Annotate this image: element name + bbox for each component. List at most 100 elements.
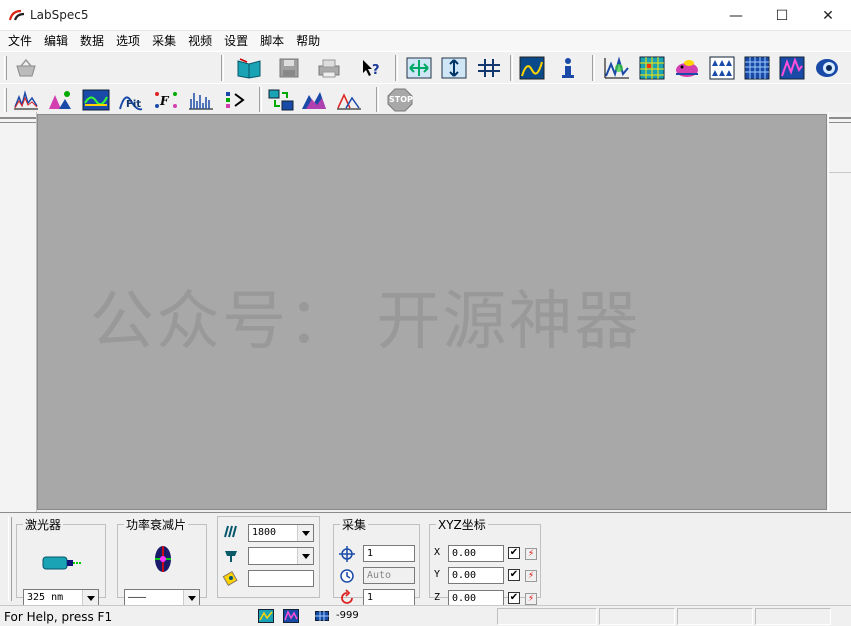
data-transfer-icon bbox=[268, 89, 294, 111]
dock-grip[interactable] bbox=[829, 117, 851, 123]
chevron-down-icon[interactable] bbox=[183, 590, 199, 606]
fit-button[interactable]: Fit bbox=[117, 87, 145, 113]
status-pane bbox=[497, 608, 597, 625]
menu-help[interactable]: 帮助 bbox=[292, 31, 326, 51]
grid-map-button[interactable] bbox=[638, 55, 666, 81]
maximize-icon: ☐ bbox=[775, 7, 789, 24]
fit-arrows-button[interactable] bbox=[405, 55, 433, 81]
laser-group: 激光器 325 nm bbox=[16, 516, 106, 607]
chevron-down-icon[interactable] bbox=[297, 525, 313, 541]
open-button[interactable] bbox=[235, 55, 263, 81]
whats-this-help-button[interactable]: ? bbox=[357, 55, 385, 81]
camera-lens-button[interactable] bbox=[813, 55, 841, 81]
menu-settings[interactable]: 设置 bbox=[220, 31, 254, 51]
triangles-grid-icon bbox=[709, 56, 735, 80]
dock-grip[interactable] bbox=[0, 117, 36, 123]
cursor-button[interactable] bbox=[475, 55, 503, 81]
status-help-text: For Help, press F1 bbox=[4, 610, 113, 624]
grating-icon bbox=[224, 525, 237, 538]
data-transfer-button[interactable] bbox=[267, 87, 295, 113]
triangle-grid-button[interactable] bbox=[708, 55, 736, 81]
save-button[interactable] bbox=[275, 55, 303, 81]
right-dock-panel bbox=[828, 112, 851, 512]
fit-arrows-icon bbox=[406, 57, 432, 79]
multi-peak-button[interactable] bbox=[187, 87, 215, 113]
minimize-button[interactable]: — bbox=[713, 0, 759, 31]
peaks-button[interactable] bbox=[47, 87, 75, 113]
status-map-icon[interactable] bbox=[258, 609, 274, 623]
save-disk-icon bbox=[279, 58, 299, 78]
z-enable-checkbox[interactable]: ✔ bbox=[508, 592, 520, 604]
vertical-scale-button[interactable] bbox=[440, 55, 468, 81]
panel-grip[interactable] bbox=[8, 517, 12, 601]
spectrum-map-button[interactable] bbox=[518, 55, 546, 81]
laser-value: 325 nm bbox=[27, 592, 64, 603]
toolbar-separator bbox=[592, 55, 595, 81]
toolbar-grip[interactable] bbox=[4, 88, 7, 112]
pig-button[interactable] bbox=[673, 55, 701, 81]
acq-time-input[interactable]: Auto bbox=[363, 567, 415, 584]
basket-button[interactable] bbox=[12, 55, 40, 81]
baseline-button[interactable] bbox=[82, 87, 110, 113]
menu-edit[interactable]: 编辑 bbox=[40, 31, 74, 51]
spectrum-icon bbox=[14, 90, 38, 110]
x-enable-checkbox[interactable]: ✔ bbox=[508, 547, 520, 559]
divider bbox=[829, 172, 851, 173]
hole-select[interactable] bbox=[248, 547, 314, 565]
toolbar-grip[interactable] bbox=[4, 56, 7, 80]
grating-group: 1800 bbox=[217, 516, 320, 598]
fx-button[interactable]: F bbox=[152, 87, 180, 113]
z-go-button[interactable]: ⚡ bbox=[525, 593, 537, 605]
slit-input[interactable] bbox=[248, 570, 314, 587]
x-coordinate-input[interactable]: 0.00 bbox=[448, 545, 504, 562]
menu-data[interactable]: 数据 bbox=[76, 31, 110, 51]
3d-plot-button[interactable] bbox=[300, 87, 328, 113]
y-enable-checkbox[interactable]: ✔ bbox=[508, 569, 520, 581]
stop-label: STOP bbox=[389, 95, 413, 104]
toolbar-separator bbox=[259, 87, 262, 113]
filter-legend: 功率衰减片 bbox=[126, 518, 187, 532]
chevron-down-icon[interactable] bbox=[297, 548, 313, 564]
multi-peak-icon bbox=[189, 93, 213, 110]
grating-select[interactable]: 1800 bbox=[248, 524, 314, 542]
spectrum-map-icon bbox=[519, 56, 545, 80]
spectrum-bars-icon bbox=[779, 56, 805, 80]
print-button[interactable] bbox=[315, 55, 343, 81]
z-axis-label: Z bbox=[434, 592, 441, 603]
info-button[interactable] bbox=[554, 55, 582, 81]
spectrum-bars-button[interactable] bbox=[778, 55, 806, 81]
status-pane bbox=[599, 608, 675, 625]
status-pane bbox=[755, 608, 831, 625]
chevron-down-icon[interactable] bbox=[82, 590, 98, 606]
overlay-icon bbox=[337, 93, 361, 110]
instrument-control-panel: 激光器 325 nm 功率衰减片 ——— 1800 采集 1 Auto 1 XY… bbox=[0, 512, 851, 607]
y-go-button[interactable]: ⚡ bbox=[525, 570, 537, 582]
acq-accum-input[interactable]: 1 bbox=[363, 589, 415, 606]
menu-script[interactable]: 脚本 bbox=[256, 31, 290, 51]
export-button[interactable] bbox=[222, 87, 250, 113]
fit-icon: Fit bbox=[119, 96, 143, 111]
status-spectrum-icon[interactable] bbox=[283, 609, 299, 623]
status-value: -999 bbox=[336, 610, 359, 621]
overlay-button[interactable] bbox=[335, 87, 363, 113]
status-grid-icon[interactable] bbox=[315, 611, 329, 621]
watermark-text: 公众号： 开源神器 bbox=[90, 285, 641, 359]
blue-grid-button[interactable] bbox=[743, 55, 771, 81]
menu-file[interactable]: 文件 bbox=[4, 31, 38, 51]
stop-button[interactable]: STOP bbox=[386, 87, 414, 113]
spectrum-button[interactable] bbox=[12, 87, 40, 113]
acq-count-input[interactable]: 1 bbox=[363, 545, 415, 562]
camera-lens-icon bbox=[816, 59, 838, 77]
clock-icon bbox=[340, 569, 354, 583]
filter-value: ——— bbox=[128, 592, 147, 603]
y-coordinate-input[interactable]: 0.00 bbox=[448, 567, 504, 584]
maximize-button[interactable]: ☐ bbox=[759, 0, 805, 31]
peak-fit-button[interactable] bbox=[603, 55, 631, 81]
menu-acquisition[interactable]: 采集 bbox=[148, 31, 182, 51]
crosshair-icon bbox=[339, 546, 355, 562]
menu-video[interactable]: 视频 bbox=[184, 31, 218, 51]
x-go-button[interactable]: ⚡ bbox=[525, 548, 537, 560]
print-icon bbox=[318, 59, 340, 78]
menu-options[interactable]: 选项 bbox=[112, 31, 146, 51]
close-button[interactable]: ✕ bbox=[805, 0, 851, 31]
